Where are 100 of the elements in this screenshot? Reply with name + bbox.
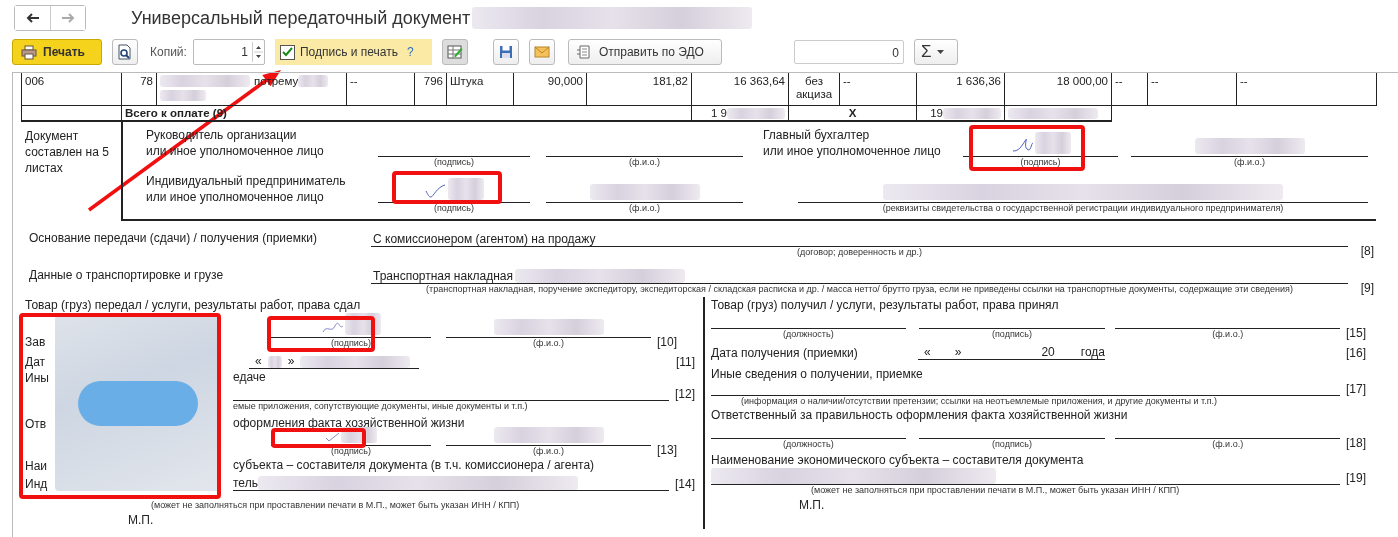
blurred-redaction [727,108,785,119]
field-caption: (реквизиты свидетельства о государственной регистрации индивидуального предпринимателя) [881,203,1285,214]
table-cell: 1 9 [711,107,727,119]
total-field[interactable]: 0 [793,40,904,64]
print-button[interactable]: Печать [12,39,102,65]
field-label: оформления факта хозяйственной жизни [232,415,466,431]
save-button[interactable] [492,39,519,65]
blurred-redaction [448,178,484,200]
line-number: [18] [1344,436,1366,450]
date-field[interactable]: « » [249,352,419,369]
checkbox-label: Подпись и печать [299,45,398,59]
date-field[interactable]: « » 20 года [918,343,1105,360]
caret-icon [937,50,945,54]
copies-spin-field[interactable]: 1 [192,39,265,65]
field-caption: (должность) [782,439,835,450]
field-value: тель [233,476,258,490]
section-heading: Товар (груз) получил / услуги, результаты работ, права принял [711,297,1060,313]
back-arrow-icon [25,13,40,23]
field-caption: (подпись) [433,203,475,214]
table-cell: -- [1115,75,1123,87]
send-edo-button[interactable]: Отправить по ЭДО [567,39,722,65]
table-cell: -- [350,75,358,87]
table-cell: 796 [423,75,443,87]
edit-table-button[interactable] [441,39,468,65]
section-heading: Товар (груз) передал / услуги, результаты работ, права сдал [25,297,362,313]
line-number: [17] [1345,382,1366,396]
checkbox[interactable] [279,44,295,60]
line-number: [12] [674,387,695,401]
sum-dropdown-button[interactable]: Σ [913,39,958,65]
field-caption: (транспортная накладная, поручение экспедитору, экспедиторская / складская расписка и др. / масса нетто/ брутто груза, если не приведены ссылки на транспортные документы, содержащие эти сведения) [425,284,1294,295]
field-label: Основание передачи (сдачи) / получения (приемки) [29,230,318,247]
blurred-redaction [298,75,329,87]
field-caption: (может не заполняться при проставлении печати в М.П., может быть указан ИНН / КПП) [150,500,521,511]
table-cell: -- [1151,75,1159,87]
table-pencil-icon [446,45,463,59]
input-line[interactable]: Транспортная накладная [371,265,1348,284]
field-caption: (информация о наличии/отсутствии претензии; ссылки на неотъемлемые приложения, и другие документы и т.п.) [740,396,1219,407]
help-link[interactable]: ? [406,45,414,59]
line-number: [15] [1344,326,1366,340]
field-caption: (подпись) [433,157,475,168]
sign-and-print-checkbox[interactable]: Подпись и печать ? [274,39,432,65]
spin-arrows-icon [251,42,264,62]
field-label: Дата получения (приемки) [711,346,859,360]
table-cell: 90,000 [547,75,583,87]
sheets-note: Документ составлен на 5 листах [24,128,110,177]
line-number: [9] [1359,281,1374,295]
table-cell: 19 [930,107,943,119]
field-caption: (подпись) [991,329,1034,340]
field-caption: (подпись) [1019,157,1062,168]
field-label: субъекта – составителя документа (в т.ч. комиссионера / агента) [232,457,596,473]
field-caption: (ф.и.о.) [532,446,565,457]
field-label: Ины [25,371,50,385]
field-caption: (договор; доверенность и др.) [796,247,923,258]
field-label: Дат [25,355,47,369]
field-caption: (подпись) [991,439,1034,450]
forward-arrow-icon [61,13,75,23]
field-value: Транспортная накладная [373,269,513,283]
table-cell: без акциза [795,75,833,100]
blurred-redaction [160,90,206,101]
document-magnifier-icon [118,44,132,60]
line-number: [14] [674,477,695,491]
printer-icon [21,44,37,60]
field-caption: (должность) [782,329,835,340]
field-label: Отв [25,417,48,431]
table-cell: 18 000,00 [1056,75,1108,87]
stamp-place-label: М.П. [798,498,826,512]
field-label: Данные о транспортировке и грузе [29,267,225,284]
preview-button[interactable] [112,39,138,65]
input-line[interactable]: тель [233,476,669,491]
table-cell: X [848,107,857,119]
field-caption: (может не заполняться при проставлении печати в М.П., может быть указан ИНН / КПП) [810,485,1181,496]
input-line[interactable]: С комиссионером (агентом) на продажу [371,228,1348,247]
input-line[interactable] [711,468,1340,485]
envelope-icon [533,46,550,58]
field-caption: (ф.и.о.) [1211,439,1245,450]
field-caption: (ф.и.о.) [628,203,661,214]
field-caption: (подпись) [330,338,372,349]
field-caption: емые приложения, сопутствующие документы, иные документы и т.п.) [232,401,529,413]
field-value: Инд [25,477,49,491]
line-number: [13] [656,443,677,457]
field-caption: (ф.и.о.) [628,157,661,168]
field-label: Наи [25,459,49,473]
document-arrows-icon [576,45,593,59]
table-cell: 1 636,36 [956,75,1001,87]
copies-label: Копий: [150,45,187,59]
line-number: [19] [1345,471,1366,485]
table-cell: 006 [25,75,45,87]
field-label: едаче [232,369,267,385]
field-caption: (ф.и.о.) [1233,157,1266,168]
field-label: Иные сведения о получении, приемке [711,366,924,382]
field-caption: (подпись) [330,446,372,457]
blurred-redaction [943,108,1001,119]
line-number: [16] [1345,346,1366,360]
table-cell: -- [843,75,851,87]
table-cell: 78 [140,75,153,87]
table-cell: 16 363,64 [733,75,785,87]
field-caption: (ф.и.о.) [1211,329,1245,340]
table-cell: 181,82 [652,75,688,87]
window-title: Универсальный передаточный документ [131,7,471,29]
line-number: [8] [1359,244,1374,258]
